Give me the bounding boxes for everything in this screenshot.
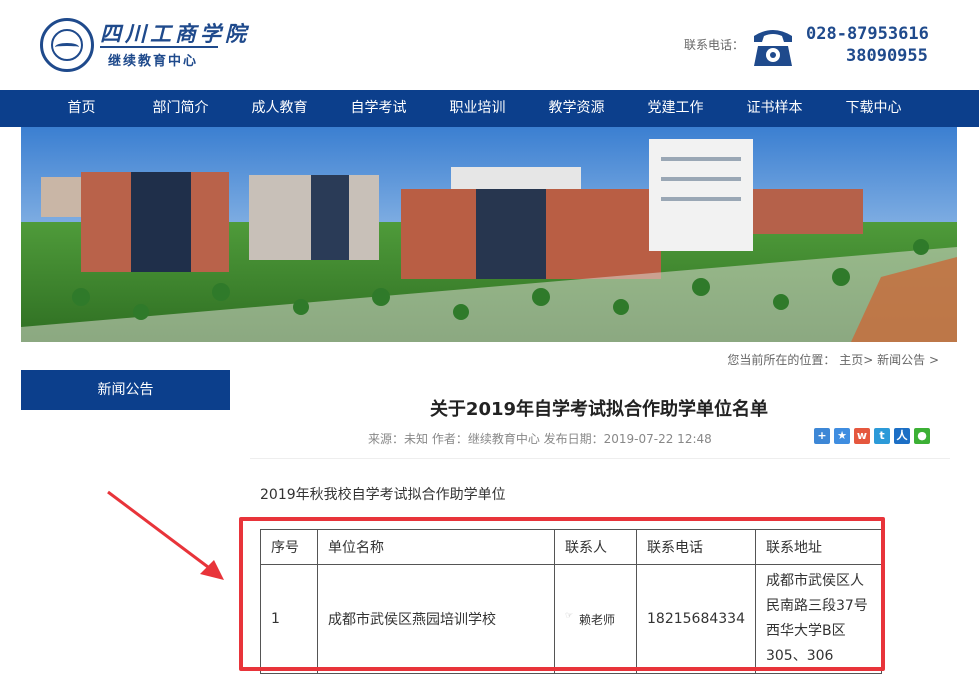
table-header-row: 序号 单位名称 联系人 联系电话 联系地址 [260, 529, 882, 565]
phone-number-2: 38090955 [846, 46, 928, 66]
article-meta: 来源：未知 作者：继续教育中心 发布日期：2019-07-22 12:48 [368, 432, 712, 446]
column-header-address: 联系地址 [754, 529, 882, 565]
address-line: 西华大学B区 [765, 623, 846, 639]
cell-address: 成都市武侯区人 民南路三段37号 西华大学B区 305、306 [754, 564, 882, 674]
breadcrumb-label: 您当前所在的位置： [727, 353, 836, 367]
nav-item-self-study-exam[interactable]: 自学考试 [329, 90, 428, 127]
main-nav: 首页 部门简介 成人教育 自学考试 职业培训 教学资源 党建工作 证书样本 下载… [0, 90, 979, 127]
breadcrumb: 您当前所在的位置： 主页> 新闻公告 > [727, 351, 939, 368]
nav-item-adult-education[interactable]: 成人教育 [230, 90, 329, 127]
contact-person-icon: ☞ [565, 610, 574, 621]
wechat-icon[interactable]: ● [914, 428, 930, 444]
column-header-no: 序号 [260, 529, 318, 565]
site-header: 四川工商学院 继续教育中心 联系电话： 028-87953616 3809095… [0, 0, 979, 90]
address-line: 民南路三段37号 [765, 598, 868, 614]
breadcrumb-separator: > [928, 353, 939, 367]
renren-icon[interactable]: 人 [894, 428, 910, 444]
table-row: 1 成都市武侯区燕园培训学校 ☞ 赖老师 18215684334 成都市武侯区人 … [260, 564, 882, 674]
breadcrumb-home-link[interactable]: 主页 [839, 353, 863, 367]
share-plus-icon[interactable]: + [814, 428, 830, 444]
cell-unit-name: 成都市武侯区燕园培训学校 [317, 564, 555, 674]
article-divider [250, 458, 950, 459]
cell-no: 1 [260, 564, 318, 674]
site-logo[interactable]: 四川工商学院 继续教育中心 [40, 14, 246, 74]
nav-item-downloads[interactable]: 下载中心 [824, 90, 923, 127]
contact-label: 联系电话： [684, 38, 745, 52]
nav-item-vocational-training[interactable]: 职业培训 [428, 90, 527, 127]
logo-divider [100, 46, 218, 48]
qzone-icon[interactable]: ★ [834, 428, 850, 444]
sidebar-title-news[interactable]: 新闻公告 [21, 370, 230, 410]
address-line: 成都市武侯区人 [765, 573, 864, 589]
nav-item-party-building[interactable]: 党建工作 [626, 90, 725, 127]
column-header-contact: 联系人 [554, 529, 637, 565]
article-title: 关于2019年自学考试拟合作助学单位名单 [429, 399, 769, 420]
nav-item-teaching-resources[interactable]: 教学资源 [527, 90, 626, 127]
weibo-icon[interactable]: w [854, 428, 870, 444]
cell-contact-name: 赖老师 [579, 612, 616, 627]
campus-banner-image [21, 127, 957, 342]
telephone-icon [754, 30, 792, 66]
cell-contact: ☞ 赖老师 [554, 564, 637, 674]
share-toolbar: + ★ w t 人 ● [814, 428, 930, 444]
breadcrumb-news-link[interactable]: 新闻公告 [877, 353, 925, 367]
school-name: 四川工商学院 [100, 21, 250, 46]
breadcrumb-separator: > [863, 353, 874, 367]
column-header-unit-name: 单位名称 [317, 529, 555, 565]
cell-phone: 18215684334 [636, 564, 756, 674]
article-intro: 2019年秋我校自学考试拟合作助学单位 [260, 487, 506, 503]
nav-item-about[interactable]: 部门简介 [131, 90, 230, 127]
nav-item-certificate-samples[interactable]: 证书样本 [725, 90, 824, 127]
school-seal-icon [40, 18, 94, 72]
department-name: 继续教育中心 [108, 54, 199, 69]
phone-number-1: 028-87953616 [806, 24, 929, 44]
column-header-phone: 联系电话 [636, 529, 756, 565]
nav-item-home[interactable]: 首页 [32, 90, 131, 127]
tencent-weibo-icon[interactable]: t [874, 428, 890, 444]
partner-units-table: 序号 单位名称 联系人 联系电话 联系地址 1 成都市武侯区燕园培训学校 ☞ 赖老… [260, 529, 882, 674]
red-arrow-annotation [107, 490, 224, 580]
address-line: 305、306 [765, 648, 834, 664]
